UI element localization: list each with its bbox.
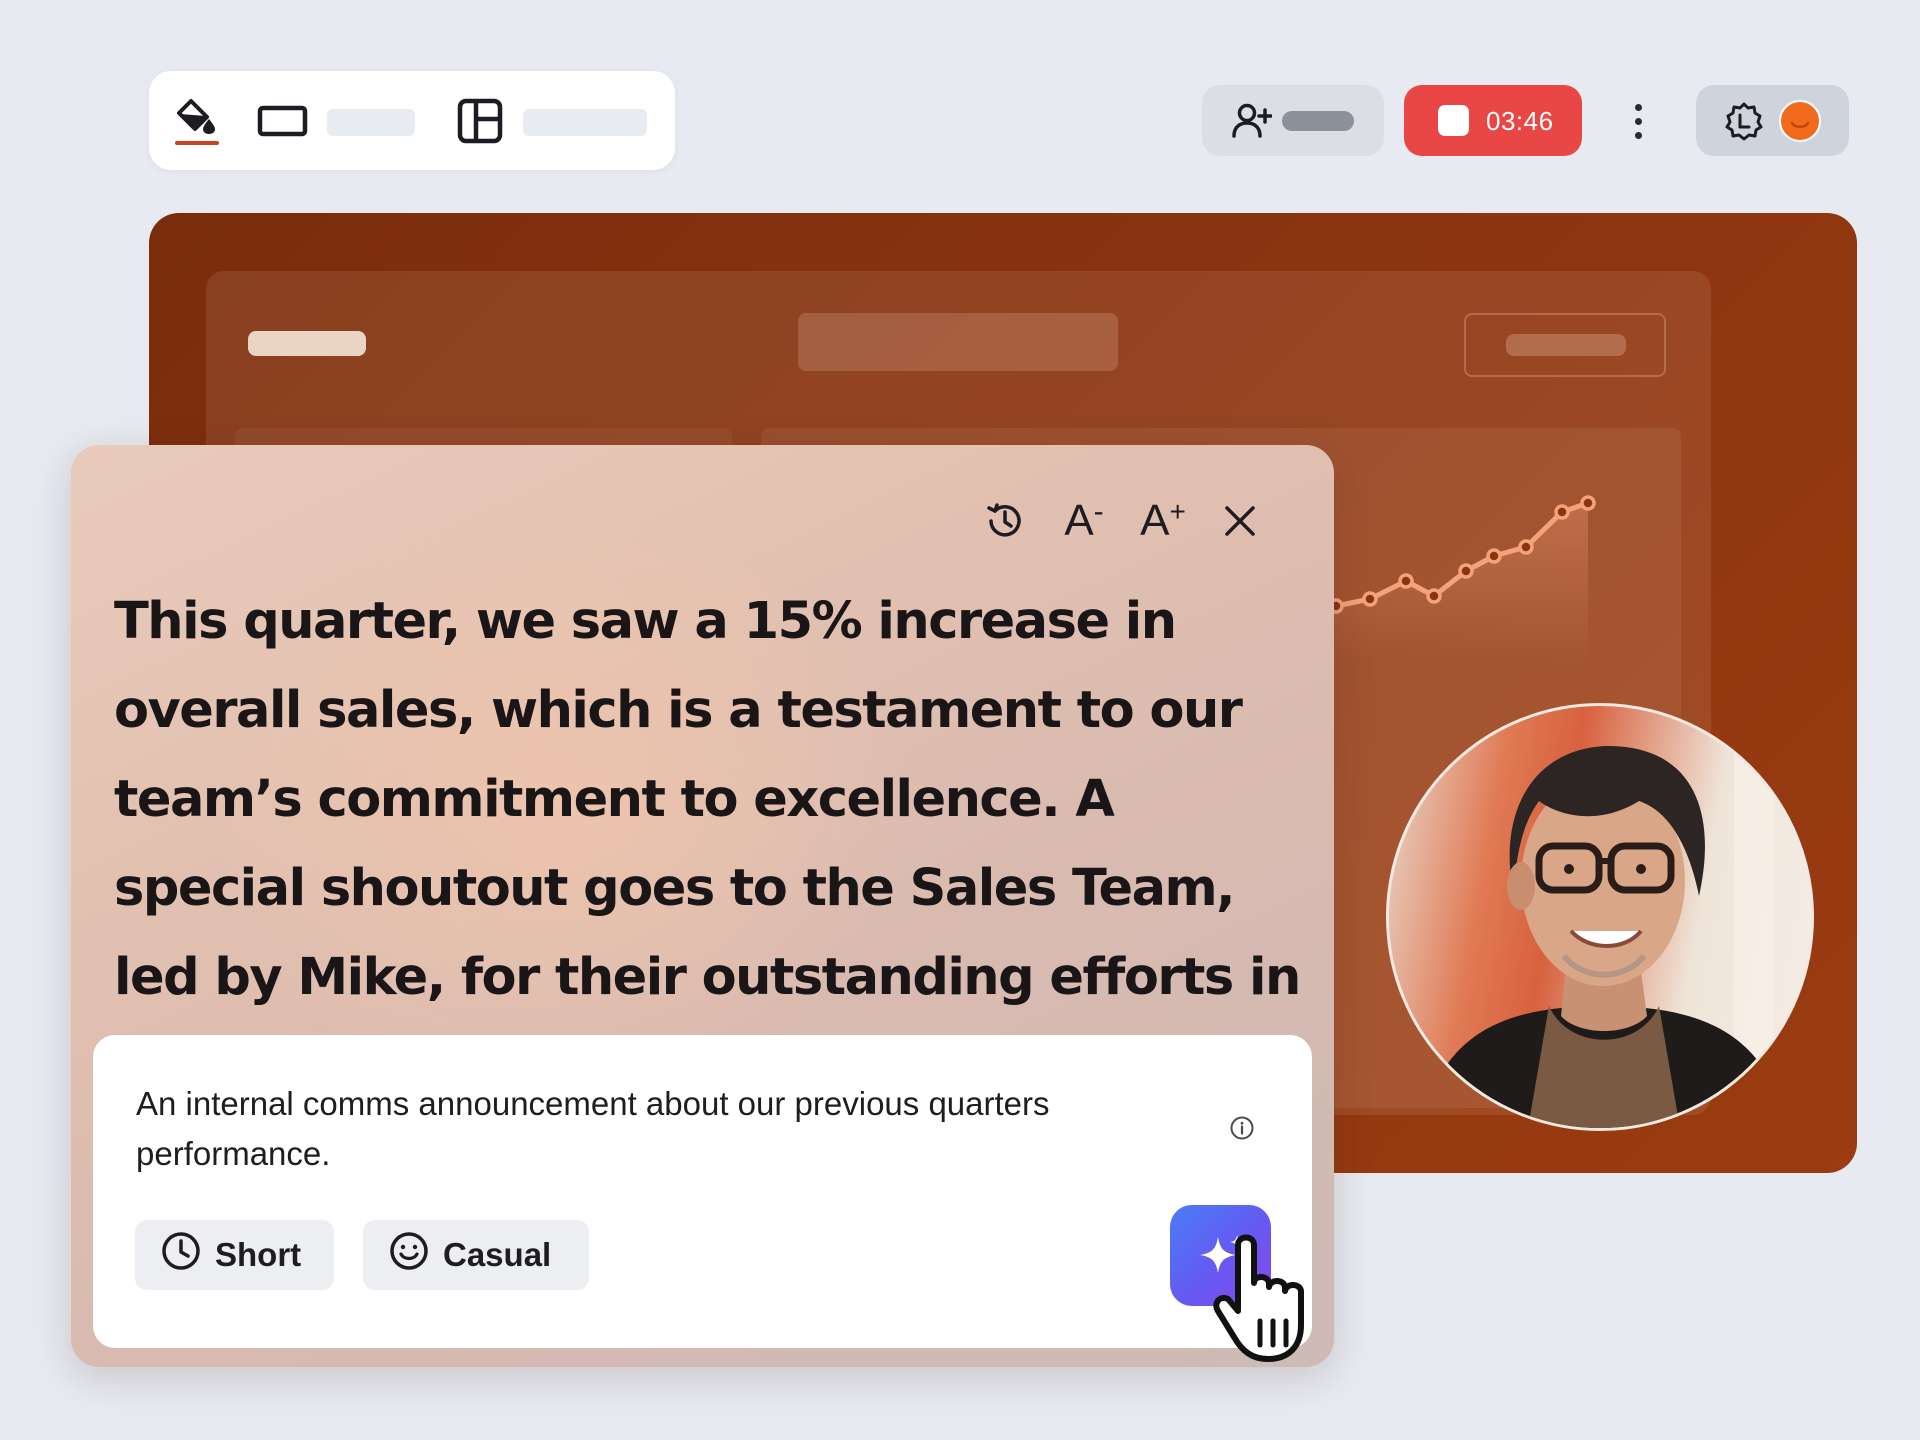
add-user-icon xyxy=(1232,102,1273,145)
slide-button-placeholder xyxy=(1464,313,1666,377)
history-icon[interactable] xyxy=(979,495,1031,547)
slide-title-placeholder xyxy=(248,331,366,356)
invite-button[interactable] xyxy=(1202,85,1384,156)
more-vertical-icon[interactable] xyxy=(1620,90,1656,152)
recording-timer: 03:46 xyxy=(1486,106,1554,136)
ai-prompt-composer: An internal comms announcement about our… xyxy=(93,1035,1312,1348)
chip-label: Short xyxy=(215,1236,302,1273)
stop-icon xyxy=(1438,105,1469,136)
invite-label-placeholder xyxy=(1282,111,1354,131)
plan-badge-icon xyxy=(1724,101,1764,146)
recording-stop-button[interactable]: 03:46 xyxy=(1404,85,1582,156)
hand-pointer-cursor xyxy=(1208,1225,1338,1365)
editor-toolbar xyxy=(149,71,675,170)
aspect-ratio-label-placeholder xyxy=(327,109,415,136)
paint-bucket-icon[interactable] xyxy=(169,93,225,149)
plus-glyph: + xyxy=(1169,496,1186,527)
decrease-font-icon[interactable]: A- xyxy=(1058,495,1110,547)
account-menu[interactable] xyxy=(1696,85,1849,156)
teleprompter-script: This quarter, we saw a 15% increase in o… xyxy=(114,592,1301,1096)
minus-glyph: - xyxy=(1093,495,1104,528)
avatar xyxy=(1779,100,1821,142)
close-icon[interactable] xyxy=(1214,495,1266,547)
increase-font-icon[interactable]: A + xyxy=(1137,495,1189,547)
decrease-font-label: A xyxy=(1064,496,1094,545)
increase-font-label: A xyxy=(1140,496,1170,545)
aspect-ratio-icon[interactable] xyxy=(255,93,311,149)
chip-label: Casual xyxy=(443,1236,552,1273)
presenter-photo xyxy=(1420,706,1788,1128)
slide-line-chart xyxy=(1306,495,1596,661)
prompt-input[interactable]: An internal comms announcement about our… xyxy=(136,1079,1136,1179)
layout-icon[interactable] xyxy=(452,93,508,149)
tone-casual-chip[interactable]: Casual xyxy=(363,1220,589,1290)
smile-icon xyxy=(389,1231,429,1279)
clock-icon xyxy=(161,1231,201,1279)
layout-label-placeholder xyxy=(523,109,647,136)
length-short-chip[interactable]: Short xyxy=(135,1220,334,1290)
slide-search-placeholder xyxy=(798,313,1118,371)
info-icon[interactable] xyxy=(1227,1113,1257,1143)
webcam-bubble[interactable] xyxy=(1386,703,1814,1131)
